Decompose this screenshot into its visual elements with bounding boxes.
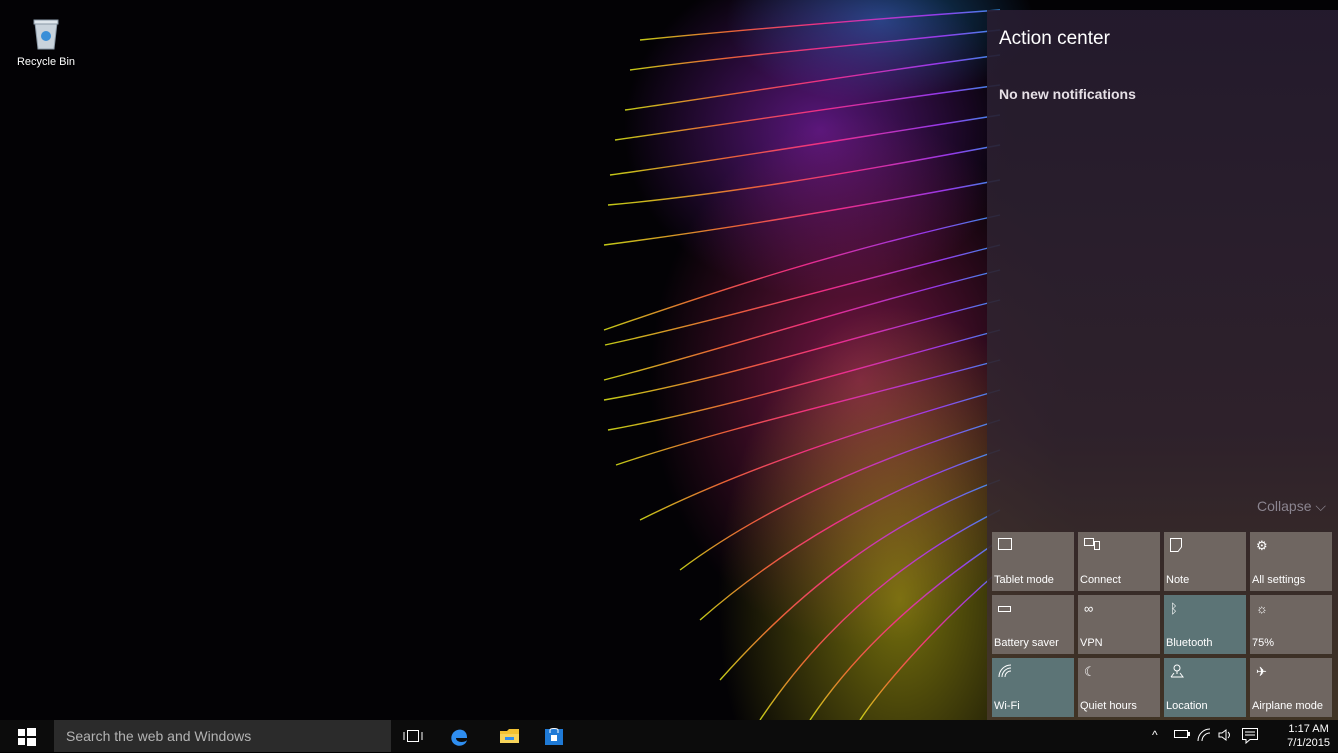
wifi-icon xyxy=(998,664,1014,680)
tile-wifi[interactable]: Wi-Fi xyxy=(992,658,1074,717)
tile-label: Quiet hours xyxy=(1080,700,1137,712)
clock-time: 1:17 AM xyxy=(1288,723,1329,735)
tile-all-settings[interactable]: ⚙ All settings xyxy=(1250,532,1332,591)
bluetooth-icon: ᛒ xyxy=(1170,601,1178,616)
tile-label: Bluetooth xyxy=(1166,637,1213,649)
wifi-tray-icon[interactable] xyxy=(1197,728,1211,745)
quick-actions-grid: Tablet mode Connect Note ⚙ All settings … xyxy=(992,532,1334,717)
tile-location[interactable]: Location xyxy=(1164,658,1246,717)
tile-brightness[interactable]: ☼ 75% xyxy=(1250,595,1332,654)
desktop-icon-label: Recycle Bin xyxy=(16,56,76,68)
file-explorer-icon[interactable] xyxy=(499,726,521,746)
airplane-icon: ✈ xyxy=(1256,664,1267,679)
store-icon[interactable] xyxy=(543,726,565,746)
connect-icon xyxy=(1084,538,1100,554)
tile-label: Note xyxy=(1166,574,1190,586)
moon-icon: ☾ xyxy=(1084,664,1096,679)
recycle-bin-icon xyxy=(33,18,59,50)
note-icon xyxy=(1170,538,1186,554)
tile-label: Connect xyxy=(1080,574,1121,586)
search-placeholder: Search the web and Windows xyxy=(66,728,252,744)
tile-label: 75% xyxy=(1252,637,1275,649)
gear-icon: ⚙ xyxy=(1256,538,1268,553)
action-center-title: Action center xyxy=(999,28,1110,49)
tablet-mode-icon xyxy=(998,538,1014,554)
tile-label: VPN xyxy=(1080,637,1103,649)
task-view-icon[interactable] xyxy=(402,726,424,746)
tile-label: Wi-Fi xyxy=(994,700,1020,712)
desktop-icon-recycle-bin[interactable]: Recycle Bin xyxy=(12,18,80,68)
location-icon xyxy=(1170,664,1186,680)
windows-logo-icon xyxy=(18,728,36,746)
tile-label: Battery saver xyxy=(994,637,1059,649)
tile-tablet-mode[interactable]: Tablet mode xyxy=(992,532,1074,591)
battery-icon xyxy=(998,601,1014,617)
tile-quiet-hours[interactable]: ☾ Quiet hours xyxy=(1078,658,1160,717)
start-button[interactable] xyxy=(18,728,36,746)
battery-tray-icon[interactable] xyxy=(1174,728,1190,743)
tile-note[interactable]: Note xyxy=(1164,532,1246,591)
vpn-icon: ∞ xyxy=(1084,601,1094,616)
search-box[interactable]: Search the web and Windows xyxy=(54,720,391,752)
brightness-icon: ☼ xyxy=(1256,601,1268,616)
clock-date: 7/1/2015 xyxy=(1287,737,1330,749)
action-center-panel: Action center No new notifications Colla… xyxy=(987,10,1338,720)
action-center-icon[interactable] xyxy=(1242,728,1258,747)
tile-label: Location xyxy=(1166,700,1208,712)
tile-bluetooth[interactable]: ᛒ Bluetooth xyxy=(1164,595,1246,654)
edge-icon[interactable] xyxy=(448,726,470,746)
taskbar: Search the web and Windows ^ 1:17 AM 7/1… xyxy=(0,720,1338,752)
show-hidden-icons-chevron-icon[interactable]: ^ xyxy=(1152,728,1158,742)
tile-battery-saver[interactable]: Battery saver xyxy=(992,595,1074,654)
tile-label: All settings xyxy=(1252,574,1306,586)
volume-icon[interactable] xyxy=(1218,728,1234,745)
clock[interactable]: 1:17 AM 7/1/2015 xyxy=(1287,722,1330,750)
no-notifications-message: No new notifications xyxy=(999,86,1136,102)
collapse-button[interactable]: Collapse ⌵ xyxy=(1257,498,1326,515)
tile-airplane-mode[interactable]: ✈ Airplane mode xyxy=(1250,658,1332,717)
tile-label: Tablet mode xyxy=(994,574,1054,586)
tile-label: Airplane mode xyxy=(1252,700,1323,712)
tile-vpn[interactable]: ∞ VPN xyxy=(1078,595,1160,654)
tile-connect[interactable]: Connect xyxy=(1078,532,1160,591)
